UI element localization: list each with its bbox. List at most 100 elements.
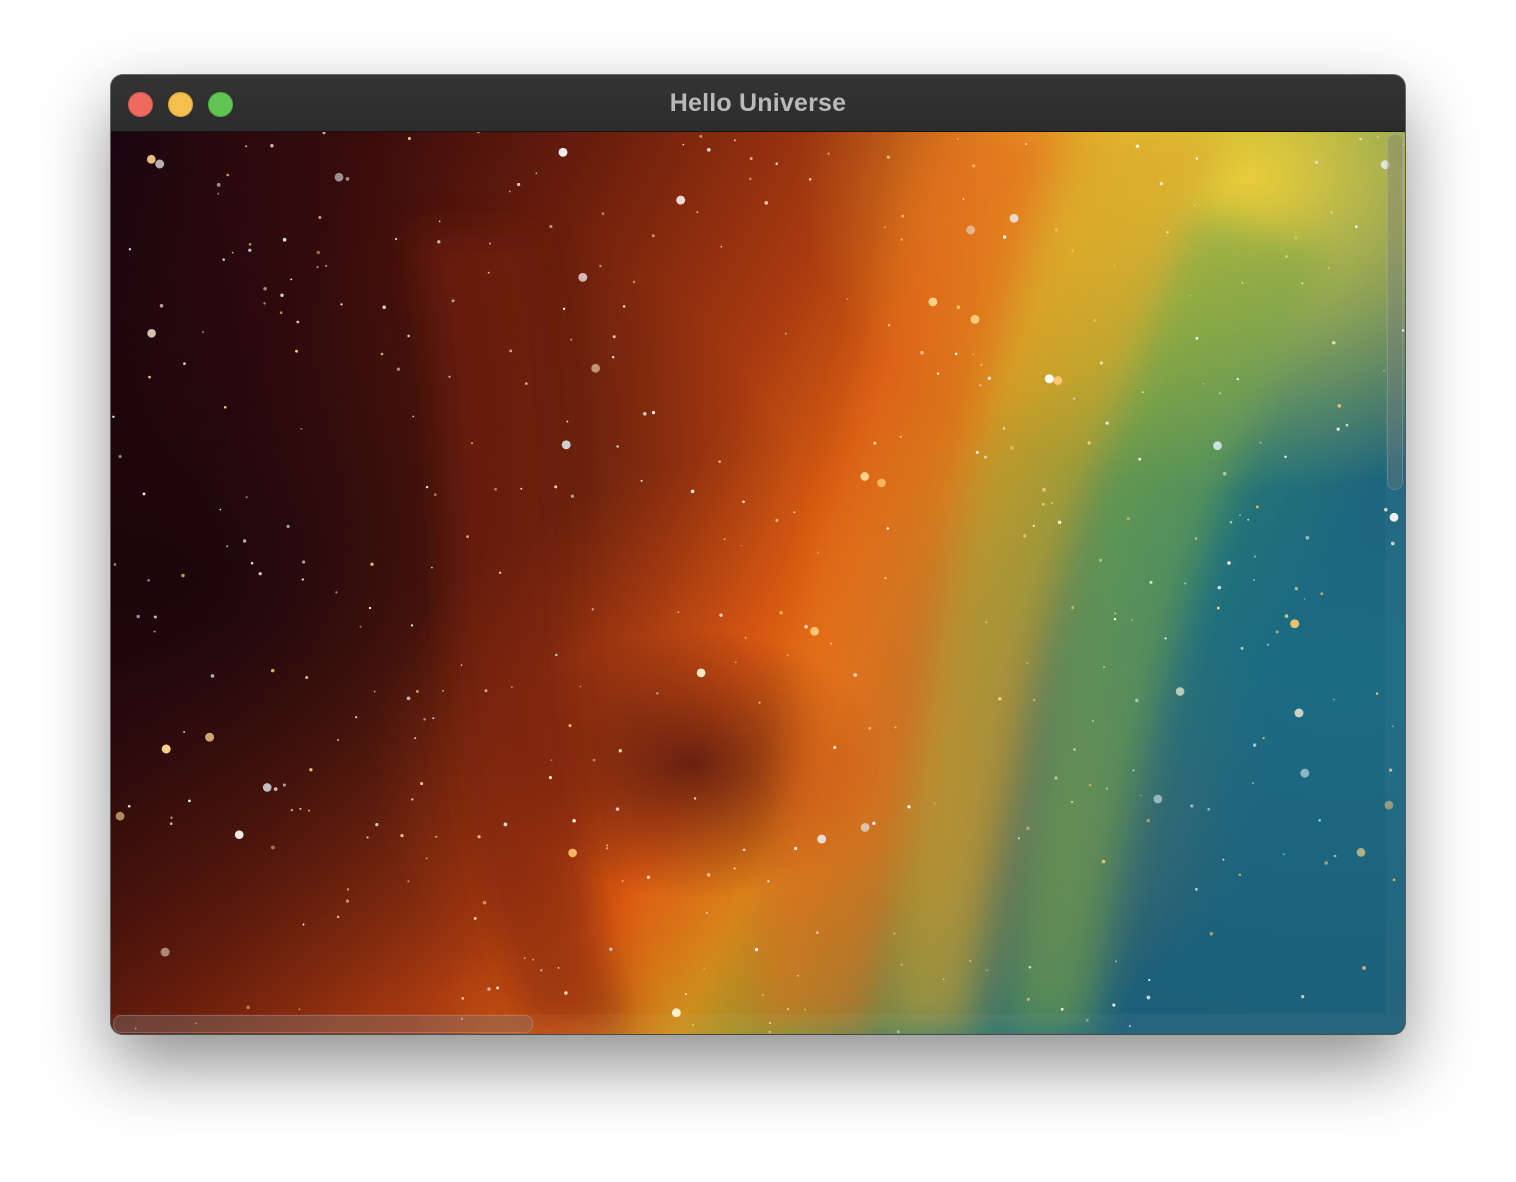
- star: [496, 986, 500, 990]
- image-viewport[interactable]: [111, 132, 1405, 1034]
- star: [1236, 377, 1240, 381]
- star: [764, 201, 769, 205]
- star: [155, 159, 165, 169]
- star: [592, 758, 596, 762]
- star: [797, 975, 799, 977]
- star: [1166, 230, 1169, 234]
- star: [345, 177, 350, 181]
- star: [1259, 441, 1262, 444]
- star: [1301, 995, 1305, 999]
- star: [410, 624, 414, 627]
- star: [749, 177, 752, 181]
- star: [1253, 579, 1255, 581]
- star: [561, 440, 571, 450]
- star: [170, 816, 173, 819]
- star: [703, 967, 706, 970]
- star: [928, 297, 938, 307]
- star: [1195, 336, 1199, 340]
- star: [1093, 319, 1097, 322]
- star: [460, 664, 463, 666]
- star: [1032, 524, 1035, 528]
- star: [494, 487, 497, 491]
- star: [779, 610, 783, 615]
- star: [1222, 471, 1227, 476]
- star: [282, 237, 287, 242]
- star: [793, 511, 796, 514]
- star: [1141, 391, 1144, 394]
- star: [956, 138, 959, 140]
- star: [1241, 282, 1244, 284]
- star: [1071, 249, 1074, 253]
- star: [733, 139, 736, 142]
- star: [591, 363, 600, 373]
- title-bar[interactable]: Hello Universe: [111, 75, 1405, 132]
- vertical-scrollbar[interactable]: [1385, 132, 1405, 1014]
- star: [956, 305, 961, 309]
- star: [222, 258, 225, 261]
- star: [1009, 213, 1019, 223]
- star: [1105, 421, 1109, 425]
- star: [1032, 698, 1036, 701]
- nebula-image: [111, 132, 1405, 1034]
- star: [877, 478, 886, 488]
- star: [572, 819, 576, 823]
- star: [335, 591, 338, 594]
- star: [651, 234, 655, 238]
- star: [270, 143, 274, 148]
- star: [1301, 282, 1304, 285]
- star: [1314, 160, 1319, 165]
- star: [226, 173, 229, 177]
- star: [181, 573, 185, 578]
- star: [893, 932, 896, 935]
- star: [270, 668, 275, 673]
- star: [407, 880, 410, 883]
- star: [1042, 487, 1046, 492]
- vertical-scroll-thumb[interactable]: [1387, 134, 1403, 490]
- star: [632, 280, 636, 284]
- star: [942, 978, 945, 981]
- star: [901, 214, 905, 218]
- star: [210, 674, 215, 678]
- star: [432, 717, 435, 720]
- star: [302, 560, 306, 564]
- star: [503, 822, 508, 827]
- star: [153, 630, 156, 633]
- star: [1222, 858, 1225, 861]
- star: [1028, 965, 1032, 969]
- horizontal-scrollbar[interactable]: [111, 1014, 1405, 1034]
- star: [884, 577, 887, 580]
- star: [936, 372, 940, 375]
- star: [231, 251, 234, 254]
- star: [1256, 505, 1259, 509]
- star: [246, 1005, 250, 1010]
- star: [1099, 361, 1104, 365]
- star: [147, 578, 150, 582]
- star: [998, 697, 1002, 701]
- star: [1026, 662, 1029, 664]
- star: [699, 134, 703, 138]
- star: [1284, 455, 1287, 458]
- star: [1362, 966, 1366, 970]
- star: [423, 718, 426, 721]
- star: [562, 307, 566, 310]
- star: [473, 916, 477, 920]
- star: [1057, 520, 1062, 525]
- star: [271, 845, 275, 850]
- star: [568, 724, 572, 728]
- star: [407, 334, 410, 338]
- window-title: Hello Universe: [669, 89, 847, 117]
- star: [853, 673, 858, 677]
- star: [368, 606, 372, 610]
- star: [282, 783, 286, 787]
- star: [1009, 445, 1014, 450]
- star: [301, 578, 304, 581]
- star: [558, 147, 568, 157]
- star: [651, 411, 656, 415]
- star: [142, 492, 146, 496]
- horizontal-scroll-thumb[interactable]: [113, 1015, 533, 1033]
- star: [1072, 397, 1076, 400]
- star: [396, 367, 401, 371]
- star: [245, 145, 248, 148]
- star: [618, 749, 622, 753]
- star: [742, 500, 745, 504]
